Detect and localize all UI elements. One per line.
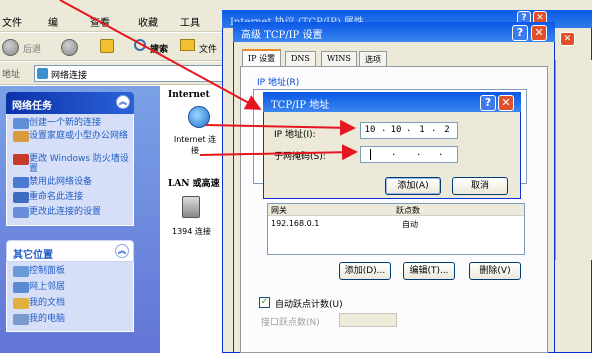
- tab-options[interactable]: 选项: [359, 51, 387, 66]
- text-cursor: [370, 149, 371, 160]
- disable-device-icon: [13, 177, 29, 188]
- task-firewall[interactable]: 更改 Windows 防火墙设置: [13, 154, 133, 174]
- other-places-body: 控制面板 网上邻居 我的文档 我的电脑: [6, 262, 134, 332]
- link-network-places[interactable]: 网上邻居: [13, 282, 133, 293]
- back-button[interactable]: 后退: [23, 42, 41, 55]
- rename-icon: [13, 192, 29, 203]
- metric-column-header[interactable]: 跃点数: [393, 204, 524, 216]
- task-create-connection[interactable]: 创建一个新的连接: [13, 118, 133, 129]
- subnet-mask-input[interactable]: . . .: [360, 146, 458, 163]
- task-pane: 网络任务 ︽ 创建一个新的连接 设置家庭或小型办公网络 更改 Windows 防…: [0, 86, 160, 353]
- internet-connection-icon[interactable]: [188, 106, 210, 128]
- firewall-icon: [13, 154, 29, 165]
- network-places-icon: [13, 282, 29, 293]
- auto-metric-label: 自动跃点计数(U): [275, 300, 343, 310]
- settings-icon: [13, 207, 29, 218]
- lan-header: LAN 或高速: [168, 179, 220, 189]
- ip-address-label: IP 地址(I):: [274, 130, 316, 140]
- link-my-computer[interactable]: 我的电脑: [13, 314, 133, 325]
- menu-tools[interactable]: 工具: [180, 14, 200, 29]
- interface-metric-input[interactable]: [339, 313, 397, 327]
- help-icon[interactable]: ?: [512, 25, 528, 41]
- subnet-mask-label: 子网掩码(S):: [274, 152, 326, 162]
- task-disable-device[interactable]: 禁用此网络设备: [13, 177, 133, 188]
- folders-icon[interactable]: [180, 39, 195, 51]
- folders-button[interactable]: 文件: [199, 42, 217, 55]
- menu-view[interactable]: 查看: [90, 14, 110, 29]
- address-label: 地址: [2, 70, 21, 80]
- back-icon[interactable]: [2, 39, 19, 56]
- address-input[interactable]: 网络连接: [34, 65, 234, 82]
- 1394-connection-icon[interactable]: [182, 196, 200, 218]
- gateway-remove-button[interactable]: 删除(V): [469, 262, 521, 280]
- new-connection-icon: [13, 118, 29, 129]
- metric-value[interactable]: 自动: [402, 219, 418, 230]
- 1394-connection-label[interactable]: 1394 连接: [172, 226, 211, 237]
- task-change-settings[interactable]: 更改此连接的设置: [13, 207, 133, 218]
- network-tasks-body: 创建一个新的连接 设置家庭或小型办公网络 更改 Windows 防火墙设置 禁用…: [6, 114, 134, 226]
- network-tasks-header[interactable]: 网络任务 ︽: [6, 92, 134, 114]
- internet-header: Internet: [168, 90, 210, 100]
- advanced-tcpip-title-text: 高级 TCP/IP 设置: [241, 30, 323, 41]
- search-button[interactable]: 搜索: [150, 42, 168, 55]
- ip-octet-1: 10: [364, 125, 376, 135]
- ip-octet-2: 10: [390, 125, 402, 135]
- auto-metric-checkbox[interactable]: ✓: [259, 297, 270, 308]
- menu-edit[interactable]: 编: [48, 14, 58, 29]
- ip-address-group-label: IP 地址(R): [257, 78, 300, 88]
- link-my-documents[interactable]: 我的文档: [13, 298, 133, 309]
- gateway-edit-button[interactable]: 编辑(T)...: [403, 262, 455, 280]
- tab-dns[interactable]: DNS: [285, 51, 316, 66]
- control-panel-icon: [13, 266, 29, 277]
- gateway-list[interactable]: 网关 跃点数 192.168.0.1 自动: [267, 203, 525, 255]
- close-icon[interactable]: ✕: [498, 95, 514, 111]
- internet-connection-label[interactable]: Internet 连接: [170, 134, 220, 156]
- add-button[interactable]: 添加(A): [385, 177, 441, 195]
- ip-address-input[interactable]: 10 . 10 . 1 . 2: [360, 122, 458, 139]
- other-places-title: 其它位置: [13, 250, 53, 261]
- search-icon[interactable]: [134, 39, 146, 51]
- my-computer-icon: [13, 314, 29, 325]
- collapse-icon[interactable]: ︽: [116, 95, 130, 109]
- network-tasks-title: 网络任务: [12, 101, 52, 112]
- link-control-panel[interactable]: 控制面板: [13, 266, 133, 277]
- task-rename[interactable]: 重命名此连接: [13, 192, 133, 203]
- network-connections-icon: [37, 68, 48, 79]
- tcpip-address-title-text: TCP/IP 地址: [271, 100, 330, 111]
- tab-ip-settings[interactable]: IP 设置: [242, 49, 282, 67]
- gateway-add-button[interactable]: 添加(D)...: [339, 262, 391, 280]
- close-icon[interactable]: ✕: [560, 32, 575, 46]
- collapse-icon[interactable]: ︽: [115, 244, 129, 258]
- menu-file[interactable]: 文件: [2, 14, 22, 29]
- forward-icon[interactable]: [61, 39, 78, 56]
- address-value: 网络连接: [51, 71, 88, 81]
- my-documents-icon: [13, 298, 29, 309]
- tcpip-dialog-side: [555, 60, 592, 260]
- ip-octet-4: 2: [444, 125, 450, 135]
- cancel-button[interactable]: 取消: [452, 177, 508, 195]
- other-places-header[interactable]: 其它位置 ︽: [6, 240, 134, 262]
- close-icon[interactable]: ✕: [531, 25, 547, 41]
- home-network-icon: [13, 131, 29, 142]
- up-folder-icon[interactable]: [100, 39, 114, 53]
- task-home-network[interactable]: 设置家庭或小型办公网络: [13, 131, 133, 142]
- tab-wins[interactable]: WINS: [321, 51, 357, 66]
- ip-octet-3: 1: [419, 125, 425, 135]
- gateway-value[interactable]: 192.168.0.1: [271, 219, 319, 228]
- interface-metric-label: 接口跃点数(N): [261, 318, 320, 328]
- gateway-column-header[interactable]: 网关: [268, 204, 393, 216]
- help-icon[interactable]: ?: [480, 95, 496, 111]
- menu-favorites[interactable]: 收藏: [138, 14, 158, 29]
- advanced-tcpip-title: 高级 TCP/IP 设置: [233, 22, 555, 42]
